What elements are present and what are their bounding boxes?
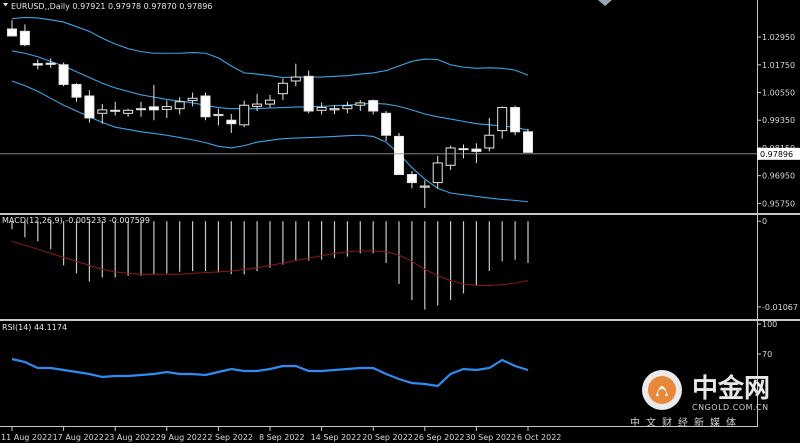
price-title: EURUSD,,Daily 0.97921 0.97978 0.97870 0.… xyxy=(11,2,212,11)
candle-body xyxy=(187,97,198,102)
candle-body xyxy=(471,148,482,152)
candle-body xyxy=(497,107,508,132)
candle-body xyxy=(123,109,134,114)
price-tick-label: 1.02950 xyxy=(762,33,795,42)
candle-body xyxy=(329,108,340,111)
candle-body xyxy=(303,75,314,112)
x-tick-label: 2 Sep 2022 xyxy=(207,433,253,442)
candle-body xyxy=(213,113,224,117)
price-tick-label: 1.00550 xyxy=(762,89,795,98)
candle-body xyxy=(200,95,211,118)
price-tick-label: 0.96950 xyxy=(762,172,795,181)
x-tick-label: 23 Aug 2022 xyxy=(104,433,155,442)
candle-body xyxy=(394,135,404,176)
candle-body xyxy=(19,30,30,46)
macd-tick-label: 0 xyxy=(762,217,767,226)
candle-body xyxy=(45,62,56,65)
candle-body xyxy=(342,105,353,110)
macd-tick-label: -0.01067 xyxy=(762,303,798,312)
candle-body xyxy=(458,148,469,151)
candle xyxy=(200,92,211,121)
candle-body xyxy=(71,83,82,98)
rsi-title: RSI(14) 44.1174 xyxy=(2,323,67,332)
candle-body xyxy=(174,101,185,110)
trading-chart[interactable]: 中金网 CNGOLD.COM.CN 中文财经新媒体 1.02950 1.01750… xyxy=(0,0,800,443)
last-price-label: 0.97896 xyxy=(760,150,793,159)
candle-body xyxy=(355,102,366,106)
candle-body xyxy=(32,63,43,66)
candle xyxy=(303,70,314,114)
candle xyxy=(510,105,521,136)
candle-body xyxy=(316,107,327,111)
candle-body xyxy=(381,112,392,136)
candle-body xyxy=(161,106,172,110)
x-tick-label: 14 Sep 2022 xyxy=(311,433,362,442)
cngold-logo-icon xyxy=(642,370,682,410)
candle-body xyxy=(136,108,146,111)
x-tick-label: 8 Sep 2022 xyxy=(259,433,305,442)
candle-body xyxy=(148,106,159,111)
price-tick-label: 1.01750 xyxy=(762,61,795,70)
candle-body xyxy=(97,109,108,114)
candle-body xyxy=(419,185,430,188)
rsi-tick-label: 100 xyxy=(762,320,777,329)
macd-title: MACD(12,26,9) -0.005233 -0.007599 xyxy=(2,216,150,225)
candle-body xyxy=(239,104,250,126)
rsi-tick-label: 70 xyxy=(762,350,772,359)
candle-body xyxy=(445,147,456,166)
candle-body xyxy=(58,64,69,85)
candle-body xyxy=(432,162,443,184)
candle-body xyxy=(277,82,288,95)
x-tick-label: 17 Aug 2022 xyxy=(53,433,104,442)
x-tick-label: 29 Aug 2022 xyxy=(156,433,207,442)
candle-body xyxy=(84,95,95,119)
candle-body xyxy=(265,99,275,105)
x-tick-label: 11 Aug 2022 xyxy=(1,433,52,442)
candle-body xyxy=(484,134,495,149)
watermark-cn: 中金网 xyxy=(692,373,770,404)
candle xyxy=(58,62,69,87)
candle-body xyxy=(368,100,379,112)
price-tick-label: 0.99350 xyxy=(762,116,795,125)
x-tick-label: 30 Sep 2022 xyxy=(465,433,516,442)
candle-body xyxy=(510,107,521,133)
candle-body xyxy=(7,28,17,37)
candle-body xyxy=(290,76,301,82)
candle-body xyxy=(523,131,533,153)
x-tick-label: 6 Oct 2022 xyxy=(517,433,561,442)
candle-body xyxy=(252,103,263,107)
x-tick-label: 20 Sep 2022 xyxy=(362,433,413,442)
candle xyxy=(523,128,533,153)
candle-body xyxy=(406,174,417,184)
price-tick-label: 0.95750 xyxy=(762,199,795,208)
candle-body xyxy=(110,109,121,112)
watermark-en: CNGOLD.COM.CN xyxy=(692,403,769,412)
candle-body xyxy=(226,119,237,125)
watermark-sub: 中文财经新媒体 xyxy=(630,416,742,429)
x-tick-label: 26 Sep 2022 xyxy=(414,433,465,442)
